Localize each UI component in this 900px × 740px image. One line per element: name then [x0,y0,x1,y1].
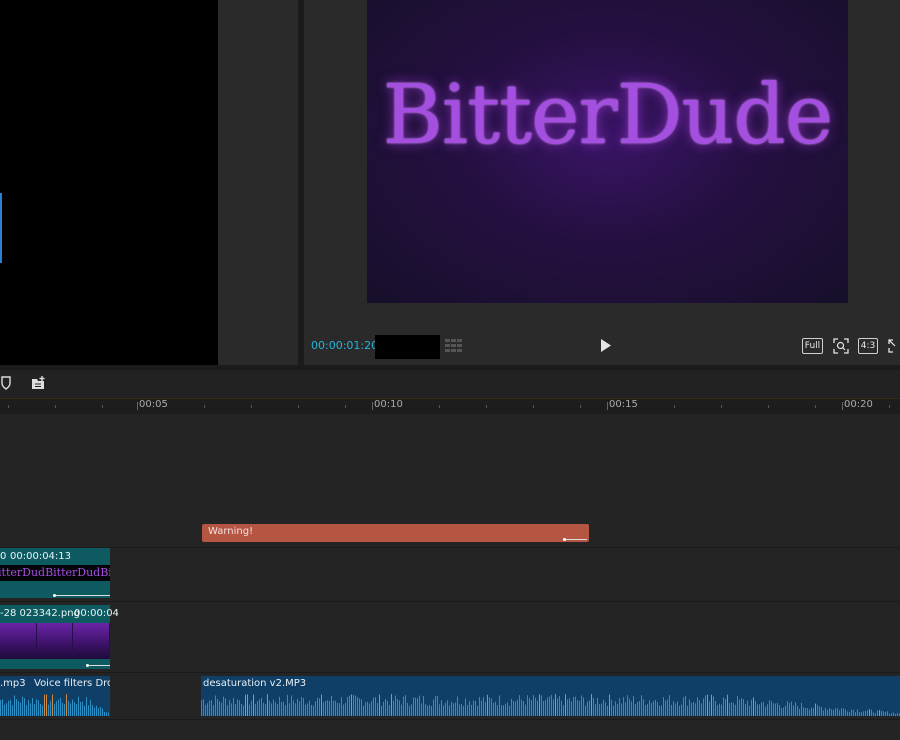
ruler-label: 00:10 [374,399,403,410]
timeline-ruler[interactable]: 00:05 00:10 00:15 00:20 [0,398,900,415]
fullscreen-icon[interactable] [888,339,900,353]
fit-screen-icon[interactable] [833,338,849,354]
current-timecode[interactable]: 00:00:01:20 [311,339,378,352]
source-edge-marker [0,193,2,263]
volume-line[interactable] [88,665,110,666]
title-clip-duration: 00:00:04:13 [10,551,72,562]
ruler-tick [372,402,373,410]
ruler-tick [137,402,138,410]
keyframe-handle[interactable] [53,594,56,597]
warning-clip[interactable]: Warning! [202,524,589,542]
aspect-ratio-button[interactable]: 4:3 [858,338,878,354]
preview-logo-text: BitterDude [382,68,834,163]
audio-clip[interactable]: .mp3 Voice filters Drov [0,676,110,716]
full-button[interactable]: Full [802,338,823,354]
add-folder-icon[interactable] [31,376,47,390]
audio-clip-label: desaturation v2.MP3 [203,678,307,689]
volume-line[interactable] [55,595,110,596]
audio-clip-effect: Voice filters Drov [34,678,110,689]
image-clip-name: -28 023342.png [0,608,80,619]
title-clip-lead: 0 [0,551,7,562]
audio-clip-label: .mp3 [0,678,26,689]
keyframe-handle[interactable] [563,538,566,541]
image-clip[interactable]: -28 023342.png 00:00:04 [0,605,119,669]
ruler-label: 00:20 [844,399,873,410]
audio-waveform [0,694,109,716]
audio-waveform [201,694,900,716]
image-clip-duration: 00:00:04 [74,608,119,619]
source-video [0,0,218,365]
redacted-box [375,335,440,359]
program-preview[interactable]: BitterDude [367,0,848,303]
shield-icon[interactable] [0,376,12,390]
image-clip-thumbnails [0,623,111,659]
audio-clip[interactable]: desaturation v2.MP3 [201,676,900,716]
ruler-tick [842,402,843,410]
warning-clip-label: Warning! [208,526,254,537]
grid-icon[interactable] [445,339,463,353]
title-clip-thumbnail: itterDudBitterDudBitterDu [0,565,110,581]
ruler-tick [607,402,608,410]
ruler-label: 00:05 [139,399,168,410]
volume-line[interactable] [565,539,587,540]
play-icon[interactable] [600,339,612,352]
timeline-toolbar [0,370,900,398]
ruler-label: 00:15 [609,399,638,410]
title-clip[interactable]: 0 00:00:04:13 itterDudBitterDudBitterDu [0,548,110,598]
keyframe-handle[interactable] [86,664,89,667]
